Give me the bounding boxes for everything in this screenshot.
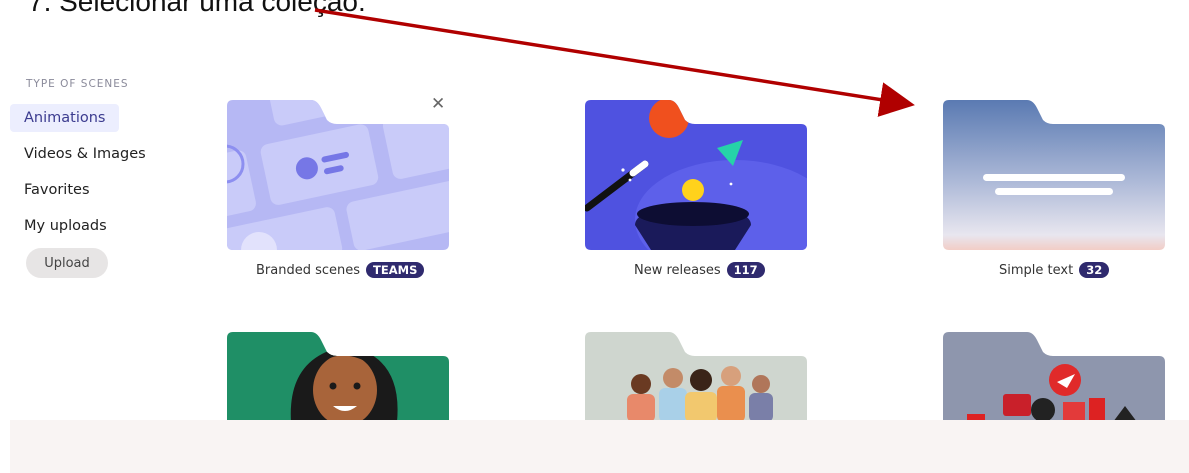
section-title: TYPE OF SCENES	[26, 78, 129, 90]
teams-badge: TEAMS	[366, 262, 425, 278]
sidebar-item-animations[interactable]: Animations	[10, 104, 120, 132]
count-badge: 32	[1079, 262, 1110, 278]
close-icon[interactable]: ✕	[431, 94, 445, 114]
collection-name: Branded scenes	[256, 262, 361, 278]
sidebar-item-favorites[interactable]: Favorites	[10, 176, 104, 204]
sidebar-item-my-uploads[interactable]: My uploads	[10, 212, 121, 240]
collection-simple-text[interactable]	[943, 100, 1165, 250]
caption-branded-scenes: Branded scenes TEAMS	[256, 262, 425, 278]
collection-branded-scenes[interactable]	[227, 100, 449, 250]
collection-business[interactable]	[943, 332, 1165, 422]
collection-name: Simple text	[999, 262, 1074, 278]
upload-button[interactable]: Upload	[26, 248, 108, 278]
caption-new-releases: New releases 117	[634, 262, 765, 278]
collection-characters[interactable]	[227, 332, 449, 422]
caption-simple-text: Simple text 32	[999, 262, 1110, 278]
collection-new-releases[interactable]	[585, 100, 807, 250]
collection-people[interactable]	[585, 332, 807, 422]
scene-type-sidebar: TYPE OF SCENES Animations Videos & Image…	[10, 78, 180, 278]
count-badge: 117	[726, 262, 765, 278]
instruction-text: 7. Selecionar uma coleção.	[28, 0, 366, 17]
bottom-panel	[10, 420, 1189, 473]
sidebar-item-videos-images[interactable]: Videos & Images	[10, 140, 160, 168]
collection-name: New releases	[634, 262, 721, 278]
